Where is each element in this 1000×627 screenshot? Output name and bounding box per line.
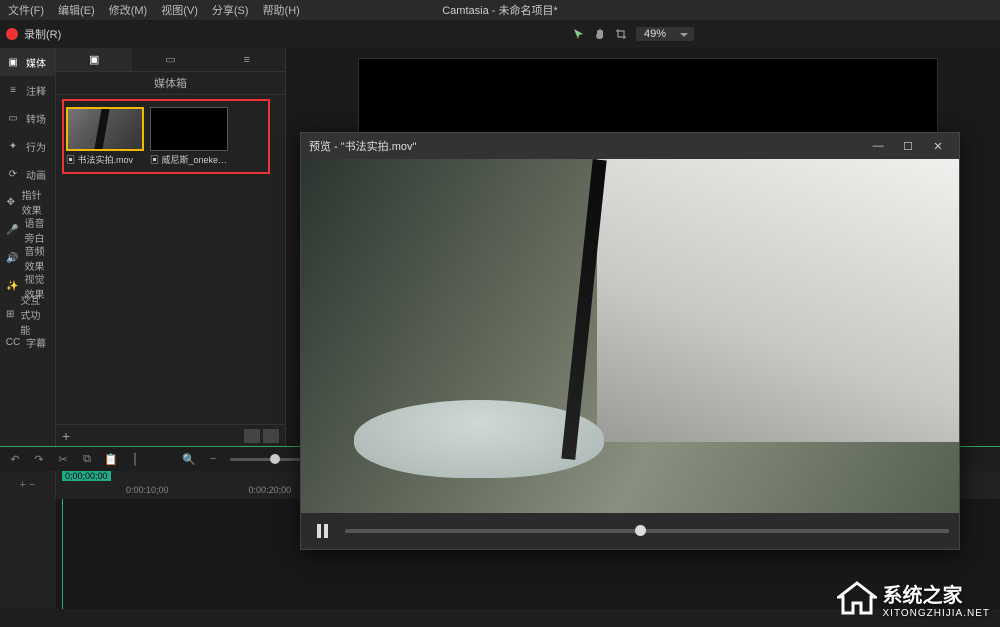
menu-help[interactable]: 帮助(H) [263, 2, 300, 18]
record-button[interactable]: 录制(R) [6, 26, 61, 42]
ruler-mark: 0:00:10;00 [126, 485, 169, 495]
clip-label: ▣ 书法实拍.mov [66, 153, 144, 166]
menu-view[interactable]: 视图(V) [161, 2, 198, 18]
pause-button[interactable] [311, 520, 333, 542]
app-title: Camtasia - 未命名项目* [442, 2, 558, 18]
highlight-annotation: ▣ 书法实拍.mov ▣ 威尼斯_onekeyb... [62, 99, 270, 174]
menu-edit[interactable]: 编辑(E) [58, 2, 95, 18]
preview-video[interactable] [301, 159, 959, 513]
cursor-fx-icon: ✥ [6, 195, 16, 209]
menu-file[interactable]: 文件(F) [8, 2, 44, 18]
cut-icon[interactable]: ✂ [56, 452, 70, 466]
clip-thumbnail [150, 107, 228, 151]
crop-tool-icon[interactable] [615, 28, 628, 41]
add-media-button[interactable]: + [62, 428, 70, 444]
playhead[interactable] [62, 499, 63, 609]
sidebar-item-behaviors[interactable]: ✦行为 [0, 132, 55, 160]
minus-icon[interactable]: − [206, 452, 220, 466]
paste-icon[interactable]: 📋 [104, 452, 118, 466]
watermark-url: XITONGZHIJIA.NET [883, 608, 991, 619]
record-icon [6, 28, 18, 40]
media-clip-2[interactable]: ▣ 威尼斯_onekeyb... [150, 107, 228, 166]
clip-label: ▣ 威尼斯_onekeyb... [150, 153, 228, 166]
redo-icon[interactable]: ↷ [32, 452, 46, 466]
sidebar-item-captions[interactable]: CC字幕 [0, 328, 55, 356]
clip-thumbnail [68, 107, 142, 151]
menu-modify[interactable]: 修改(M) [109, 2, 148, 18]
menu-share[interactable]: 分享(S) [212, 2, 249, 18]
cc-icon: CC [6, 335, 20, 349]
zoom-dropdown[interactable]: 49% [636, 27, 694, 41]
preview-progress[interactable] [345, 529, 949, 533]
sidebar-item-annotations[interactable]: ≡注释 [0, 76, 55, 104]
track-labels [0, 499, 56, 609]
zoom-out-icon[interactable]: 🔍 [182, 452, 196, 466]
sidebar-item-transitions[interactable]: ▭转场 [0, 104, 55, 132]
tool-sidebar: ▣媒体 ≡注释 ▭转场 ✦行为 ⟳动画 ✥指针效果 🎤语音旁白 🔊音频效果 ✨视… [0, 48, 56, 446]
interactive-icon: ⊞ [6, 307, 14, 321]
maximize-button[interactable]: ☐ [895, 136, 921, 156]
close-button[interactable]: ✕ [925, 136, 951, 156]
sidebar-item-media[interactable]: ▣媒体 [0, 48, 55, 76]
split-icon[interactable]: ⎮ [128, 452, 142, 466]
sidebar-item-narration[interactable]: 🎤语音旁白 [0, 216, 55, 244]
tab-library[interactable]: ▭ [132, 48, 208, 71]
undo-icon[interactable]: ↶ [8, 452, 22, 466]
preview-titlebar[interactable]: 预览 - "书法实拍.mov" — ☐ ✕ [301, 133, 959, 159]
media-icon: ▣ [6, 55, 20, 69]
track-header-toggle[interactable]: + − [0, 471, 56, 499]
sidebar-item-interactive[interactable]: ⊞交互式功能 [0, 300, 55, 328]
preview-title: 预览 - "书法实拍.mov" [309, 138, 416, 154]
record-label: 录制(R) [24, 26, 61, 42]
timeline-zoom-slider[interactable] [230, 458, 300, 461]
watermark-brand: 系统之家 [883, 585, 963, 607]
tab-list[interactable]: ≡ [209, 48, 285, 71]
preview-window: 预览 - "书法实拍.mov" — ☐ ✕ [300, 132, 960, 550]
media-bin-header: 媒体箱 [56, 72, 285, 95]
media-clip-1[interactable]: ▣ 书法实拍.mov [66, 107, 144, 166]
tab-media-bin[interactable]: ▣ [56, 48, 132, 71]
transitions-icon: ▭ [6, 111, 20, 125]
sidebar-item-cursor[interactable]: ✥指针效果 [0, 188, 55, 216]
view-list-button[interactable] [263, 429, 279, 443]
sidebar-item-audio-fx[interactable]: 🔊音频效果 [0, 244, 55, 272]
annotations-icon: ≡ [6, 83, 20, 97]
behaviors-icon: ✦ [6, 139, 20, 153]
hand-tool-icon[interactable] [594, 28, 607, 41]
media-bin-panel: ▣ ▭ ≡ 媒体箱 ▣ 书法实拍.mov ▣ 威尼斯_onekeyb... + [56, 48, 286, 446]
minimize-button[interactable]: — [865, 136, 891, 156]
cursor-tool-icon[interactable] [573, 28, 586, 41]
playhead-time: 0;00;00;00 [62, 471, 111, 481]
sidebar-item-animations[interactable]: ⟳动画 [0, 160, 55, 188]
menubar: 文件(F) 编辑(E) 修改(M) 视图(V) 分享(S) 帮助(H) Camt… [0, 0, 1000, 20]
microphone-icon: 🎤 [6, 223, 18, 237]
copy-icon[interactable]: ⧉ [80, 452, 94, 466]
view-grid-button[interactable] [244, 429, 260, 443]
wand-icon: ✨ [6, 279, 18, 293]
ruler-mark: 0:00:20;00 [249, 485, 292, 495]
pause-icon [317, 524, 328, 538]
house-icon [837, 581, 877, 617]
animations-icon: ⟳ [6, 167, 20, 181]
watermark: 系统之家 XITONGZHIJIA.NET [837, 579, 991, 619]
speaker-icon: 🔊 [6, 251, 18, 265]
toolbar-row: 录制(R) 49% [0, 20, 1000, 48]
